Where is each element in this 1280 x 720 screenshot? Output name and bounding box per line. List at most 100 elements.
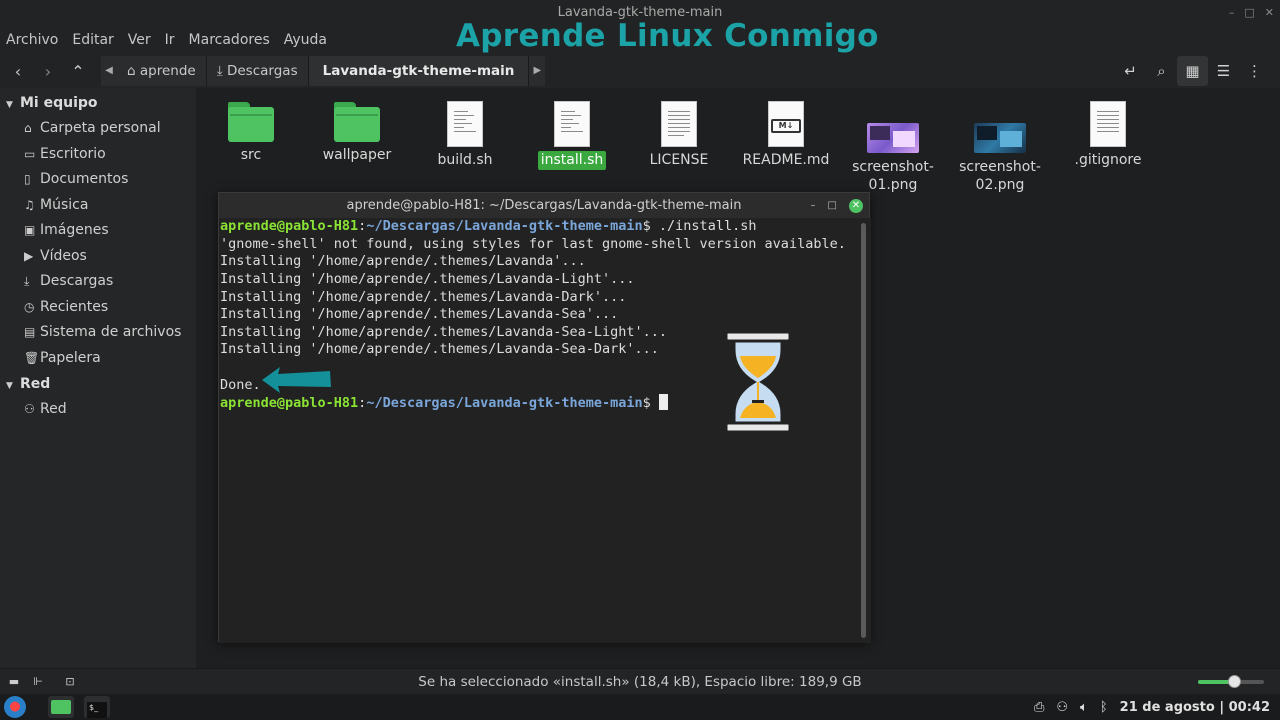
prompt-user: aprende@pablo-H81 [220, 395, 359, 412]
icon-view-button[interactable]: ▦ [1177, 56, 1208, 86]
sidebar-section-mi-equipo[interactable]: ▼ Mi equipo [0, 90, 196, 116]
zoom-slider[interactable] [1198, 675, 1264, 688]
chevron-up-icon: ⌃ [71, 61, 85, 81]
list-view-button[interactable]: ☰ [1208, 56, 1239, 86]
file-item[interactable]: screenshot- 02.png [947, 103, 1053, 195]
history-icon: ◷ [24, 299, 35, 314]
menu-marcadores[interactable]: Marcadores [189, 32, 270, 48]
terminal-title: aprende@pablo-H81: ~/Descargas/Lavanda-g… [346, 198, 742, 213]
forward-button[interactable]: › [33, 62, 63, 81]
file-name: src [240, 147, 262, 163]
arrow-left-icon [262, 367, 331, 393]
network-icon: ⚇ [24, 402, 35, 416]
terminal-maximize-button[interactable]: □ [828, 193, 837, 218]
menu-archivo[interactable]: Archivo [6, 32, 58, 48]
breadcrumb-scroll-right[interactable]: ▶ [529, 56, 546, 86]
file-name: LICENSE [649, 152, 709, 168]
terminal-close-button[interactable]: ✕ [849, 198, 863, 213]
file-item[interactable]: LICENSE [626, 101, 732, 170]
printer-icon[interactable]: ⎙ [1034, 700, 1044, 715]
breadcrumb-scroll-left[interactable]: ◀ [101, 56, 117, 86]
text-file-icon [661, 101, 697, 147]
sidebar-section-red[interactable]: ▼ Red [0, 371, 196, 397]
start-menu-button[interactable]: ● [4, 696, 26, 718]
back-button[interactable]: ‹ [3, 62, 33, 81]
drive-icon: ▤ [24, 325, 36, 339]
file-item[interactable]: build.sh [412, 101, 518, 170]
volume-icon[interactable]: 🔈︎ [1080, 700, 1088, 715]
compact-view-button[interactable]: ⋮ [1239, 56, 1270, 86]
menu-ver[interactable]: Ver [128, 32, 151, 48]
file-name: README.md [742, 152, 830, 168]
sidebar-item-escritorio[interactable]: ▭ Escritorio [0, 142, 196, 168]
menu-editar[interactable]: Editar [72, 32, 113, 48]
download-icon: ⤓ [24, 274, 30, 288]
breadcrumb-current[interactable]: Lavanda-gtk-theme-main [308, 56, 530, 86]
maximize-button[interactable]: □ [1244, 0, 1254, 26]
file-item-selected[interactable]: install.sh [519, 101, 625, 170]
sidebar-item-red[interactable]: ⚇ Red [0, 397, 196, 423]
sidebar-item-label: Escritorio [40, 145, 106, 162]
sidebar-item-sistema-de-archivos[interactable]: ▤ Sistema de archivos [0, 320, 196, 346]
file-name: wallpaper [322, 147, 392, 163]
taskbar: ● $_ ⎙ ⚇ 🔈︎ ᛒ 21 de agosto | 00:42 [0, 694, 1280, 720]
menu-ir[interactable]: Ir [165, 32, 175, 48]
breadcrumb-home[interactable]: ⌂ aprende [117, 56, 207, 86]
download-icon: ⤓ [216, 63, 223, 79]
terminal-cursor [658, 394, 668, 411]
sidebar-item-carpeta-personal[interactable]: ⌂ Carpeta personal [0, 116, 196, 142]
terminal-titlebar[interactable]: aprende@pablo-H81: ~/Descargas/Lavanda-g… [219, 193, 869, 218]
text-file-icon [1090, 101, 1126, 147]
taskbar-app-terminal[interactable]: $_ [84, 696, 110, 718]
close-button[interactable]: ✕ [1265, 0, 1274, 26]
sidebar-item-papelera[interactable]: 🗑︎Papelera [0, 346, 196, 372]
sidebar-item-descargas[interactable]: ⤓ Descargas [0, 269, 196, 295]
file-item[interactable]: M↓ README.md [733, 101, 839, 170]
file-item[interactable]: wallpaper [304, 98, 410, 165]
sidebar-item-documentos[interactable]: ▯ Documentos [0, 167, 196, 193]
file-item[interactable]: src [198, 98, 304, 165]
sidebar-item-recientes[interactable]: ◷ Recientes [0, 295, 196, 321]
sidebar-item-videos[interactable]: ▶ Vídeos [0, 244, 196, 270]
terminal-line: Installing '/home/aprende/.themes/Lavand… [220, 306, 619, 323]
document-icon: ▯ [24, 172, 31, 186]
toggle-location-button[interactable]: ↵ [1115, 56, 1146, 86]
script-file-icon [447, 101, 483, 147]
file-name: .gitignore [1074, 152, 1142, 168]
breadcrumb-downloads[interactable]: ⤓ Descargas [206, 56, 309, 86]
terminal-line: Installing '/home/aprende/.themes/Lavand… [220, 288, 627, 305]
breadcrumb-downloads-label: Descargas [226, 63, 298, 79]
terminal-scrollbar[interactable] [861, 223, 866, 638]
taskbar-app-files[interactable] [48, 696, 74, 718]
sidebar-item-label: Imágenes [40, 222, 109, 238]
search-button[interactable]: ⌕ [1146, 56, 1177, 86]
compact-icon: ⋮ [1247, 62, 1262, 80]
image-icon: ▣ [24, 223, 36, 237]
grid-icon: ▦ [1185, 62, 1200, 80]
sidebar-item-label: Música [40, 196, 89, 213]
terminal-line: aprende@pablo-H81:~/Descargas/Lavanda-gt… [220, 218, 757, 234]
network-icon[interactable]: ⚇ [1056, 700, 1068, 715]
search-icon: ⌕ [1157, 62, 1166, 80]
terminal-icon: $_ [87, 702, 107, 718]
hourglass-icon [724, 330, 792, 434]
file-item[interactable]: screenshot- 01.png [840, 103, 946, 195]
breadcrumb-home-label: aprende [139, 63, 196, 79]
sidebar-item-imagenes[interactable]: ▣ Imágenes [0, 218, 196, 244]
music-icon: ♫ [24, 197, 35, 212]
clock[interactable]: 21 de agosto | 00:42 [1120, 700, 1270, 715]
markdown-file-icon: M↓ [768, 101, 804, 147]
sidebar-item-musica[interactable]: ♫ Música [0, 193, 196, 219]
file-item[interactable]: .gitignore [1055, 101, 1161, 170]
terminal-minimize-button[interactable]: – [811, 193, 816, 218]
sidebar-item-label: Documentos [40, 171, 129, 187]
up-button[interactable]: ⌃ [63, 62, 93, 81]
file-name: screenshot- 01.png [852, 159, 934, 193]
menu-ayuda[interactable]: Ayuda [284, 32, 327, 48]
status-text: Se ha seleccionado «install.sh» (18,4 kB… [418, 674, 862, 690]
home-icon: ⌂ [24, 121, 32, 135]
video-icon: ▶ [24, 248, 34, 263]
minimize-button[interactable]: – [1229, 0, 1235, 26]
prompt-path: ~/Descargas/Lavanda-gtk-theme-main [366, 395, 643, 412]
bluetooth-icon[interactable]: ᛒ [1100, 700, 1108, 715]
